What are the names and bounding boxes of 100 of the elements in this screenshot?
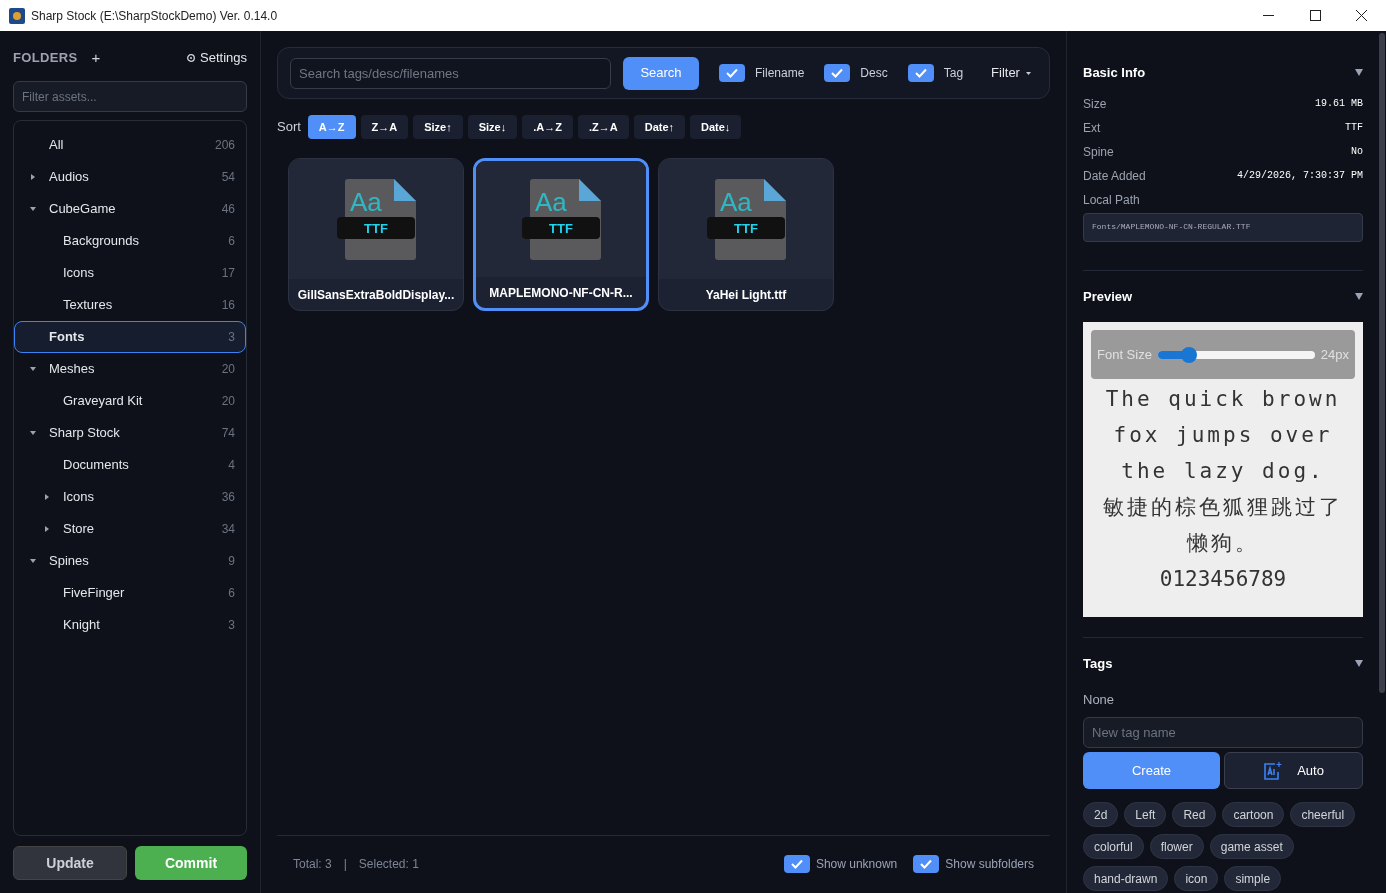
folder-item[interactable]: Documents 4: [14, 449, 246, 481]
total-count: Total: 3: [293, 856, 332, 873]
new-tag-field[interactable]: New tag name: [1083, 717, 1363, 748]
folder-count: 54: [221, 169, 235, 186]
folder-item[interactable]: Store 34: [14, 513, 246, 545]
info-value: No: [1351, 145, 1363, 159]
folder-count: 36: [221, 489, 235, 506]
close-icon[interactable]: [1356, 10, 1367, 21]
caret-down-icon[interactable]: [1355, 69, 1363, 77]
window-title: Sharp Stock (E:\SharpStockDemo) Ver. 0.14.0: [31, 7, 278, 25]
folder-item[interactable]: FiveFinger 6: [14, 577, 246, 609]
minimize-icon[interactable]: [1263, 14, 1274, 17]
checkbox[interactable]: [783, 855, 810, 873]
font-size-label: Font Size: [1097, 345, 1152, 364]
folder-count: 206: [214, 137, 235, 154]
folder-item[interactable]: Backgrounds 6: [14, 225, 246, 257]
folder-label: Documents: [63, 456, 130, 475]
caret-right-icon[interactable]: [44, 526, 50, 532]
scrollbar[interactable]: [1379, 33, 1385, 693]
folder-label: Icons: [63, 488, 96, 507]
asset-card[interactable]: Aa TTF MAPLEMONO-NF-CN-R...: [473, 158, 649, 311]
folder-count: 17: [221, 265, 235, 282]
folder-item[interactable]: Textures 16: [14, 289, 246, 321]
checkmark-icon: [920, 859, 933, 869]
folder-item[interactable]: Icons 36: [14, 481, 246, 513]
info-label: Size: [1083, 95, 1107, 113]
info-label: Ext: [1083, 119, 1101, 137]
separator-text: |: [343, 856, 347, 873]
tag-chip[interactable]: cheerful: [1290, 802, 1356, 827]
section-title: Basic Info: [1083, 64, 1146, 82]
asset-name: GillSansExtraBoldDisplay...: [296, 286, 456, 304]
filter-field[interactable]: Filter assets...: [13, 81, 247, 112]
caret-down-icon[interactable]: [30, 430, 36, 436]
sort-button[interactable]: Z→A: [360, 115, 409, 139]
add-folder-button[interactable]: +: [91, 46, 101, 70]
maximize-icon[interactable]: [1310, 10, 1321, 21]
sort-button[interactable]: Date↑: [633, 115, 686, 139]
local-path-field[interactable]: Fonts/MAPLEMONO-NF-CN-REGULAR.TTF: [1083, 212, 1363, 242]
settings-button[interactable]: Settings: [200, 48, 247, 68]
checkbox[interactable]: [913, 855, 940, 873]
caret-right-icon[interactable]: [30, 174, 36, 180]
folder-label: CubeGame: [49, 200, 117, 219]
caret-down-icon[interactable]: [1355, 660, 1363, 668]
update-button[interactable]: Update: [13, 846, 127, 880]
asset-name: MAPLEMONO-NF-CN-R...: [488, 284, 634, 302]
checkbox[interactable]: [824, 64, 851, 82]
tag-chip[interactable]: hand-drawn: [1083, 866, 1169, 891]
preview-sample-text: The quick brown fox jumps over the lazy dog. 敏捷的棕色狐狸跳过了懒狗。: [1102, 386, 1344, 557]
folder-count: 34: [221, 521, 235, 538]
sort-button[interactable]: Date↓: [690, 115, 742, 139]
tag-chip[interactable]: 2d: [1083, 802, 1119, 827]
asset-card[interactable]: Aa TTF GillSansExtraBoldDisplay...: [288, 158, 464, 311]
sort-button[interactable]: Size↓: [467, 115, 518, 139]
tag-chip[interactable]: simple: [1224, 866, 1282, 891]
folder-label: Meshes: [49, 360, 96, 379]
checkmark-icon: [831, 68, 844, 78]
settings-icon[interactable]: [186, 53, 196, 63]
folder-item[interactable]: Spines 9: [14, 545, 246, 577]
search-field[interactable]: Search tags/desc/filenames: [290, 57, 611, 89]
caret-down-icon[interactable]: [30, 558, 36, 564]
sort-button[interactable]: Size↑: [413, 115, 463, 139]
tag-chip[interactable]: Red: [1172, 802, 1217, 827]
folder-item[interactable]: Sharp Stock 74: [14, 417, 246, 449]
caret-down-icon[interactable]: [30, 206, 36, 212]
folder-item[interactable]: All 206: [14, 129, 246, 161]
tags-none-text: None: [1083, 690, 1116, 709]
folder-item[interactable]: Knight 3: [14, 609, 246, 641]
tag-chip[interactable]: flower: [1149, 834, 1204, 859]
auto-button[interactable]: Auto: [1224, 752, 1363, 789]
folder-label: Fonts: [49, 328, 86, 347]
sort-button[interactable]: .Z→A: [577, 115, 629, 139]
folder-item[interactable]: Audios 54: [14, 161, 246, 193]
ai-sparkle-icon: [1263, 760, 1284, 781]
folder-item[interactable]: Icons 17: [14, 257, 246, 289]
caret-down-icon[interactable]: [30, 366, 36, 372]
caret-down-icon: [1025, 71, 1031, 75]
caret-right-icon[interactable]: [44, 494, 50, 500]
asset-card[interactable]: Aa TTF YaHei Light.ttf: [658, 158, 834, 311]
section-title: Preview: [1083, 287, 1133, 306]
folder-item[interactable]: Graveyard Kit 20: [14, 385, 246, 417]
folder-label: Textures: [63, 296, 114, 315]
folder-item[interactable]: CubeGame 46: [14, 193, 246, 225]
tag-chip[interactable]: Left: [1124, 802, 1167, 827]
tag-chip[interactable]: game asset: [1209, 834, 1294, 859]
folder-item[interactable]: Meshes 20: [14, 353, 246, 385]
tag-chip[interactable]: cartoon: [1222, 802, 1285, 827]
tag-chip[interactable]: colorful: [1083, 834, 1144, 859]
filter-button[interactable]: Filter: [991, 63, 1031, 83]
folder-count: 20: [221, 393, 235, 410]
folder-item[interactable]: Fonts 3: [14, 321, 246, 353]
checkbox[interactable]: [907, 64, 934, 82]
folder-count: 6: [228, 585, 235, 602]
folder-count: 9: [228, 553, 235, 570]
tag-chip[interactable]: icon: [1174, 866, 1219, 891]
sort-button[interactable]: .A→Z: [522, 115, 573, 139]
caret-down-icon[interactable]: [1355, 292, 1363, 300]
folder-count: 6: [228, 233, 235, 250]
folder-label: Sharp Stock: [49, 424, 121, 443]
checkbox[interactable]: [719, 64, 745, 82]
slider-thumb[interactable]: [1181, 346, 1198, 363]
